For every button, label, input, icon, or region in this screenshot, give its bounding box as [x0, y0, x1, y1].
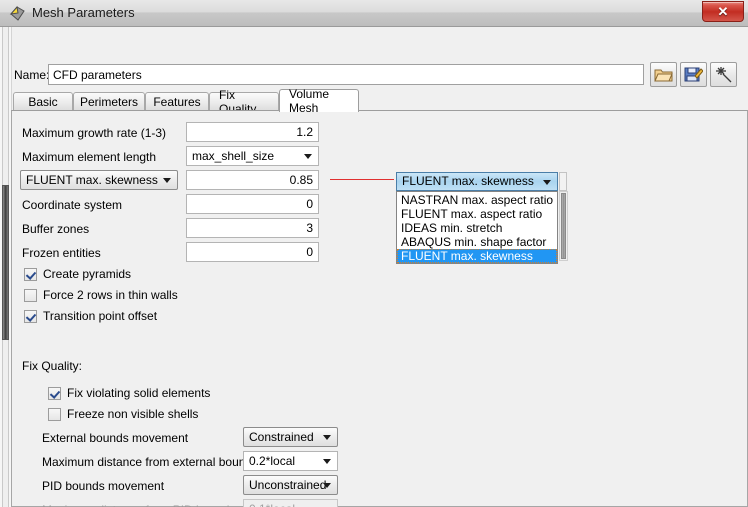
input-quality-criterion-value[interactable] — [186, 170, 319, 190]
tab-label: Perimeters — [80, 95, 139, 109]
checkbox-label: Freeze non visible shells — [67, 407, 199, 421]
chevron-down-icon — [304, 154, 312, 159]
label-maximum-element-length: Maximum element length — [22, 150, 157, 164]
label-pid-bounds-movement: PID bounds movement — [42, 479, 165, 493]
tab-perimeters[interactable]: Perimeters — [73, 92, 145, 111]
combo-external-bounds-movement[interactable]: Constrained — [243, 427, 338, 447]
checkbox-box[interactable] — [24, 309, 37, 323]
combo-value: Unconstrained — [249, 478, 327, 492]
mesh-parameters-dialog: Mesh Parameters ✕ Name: CFD parameters B… — [0, 0, 748, 507]
tab-basic[interactable]: Basic — [13, 92, 73, 111]
wand-button[interactable] — [710, 62, 737, 87]
combo-maximum-element-length[interactable]: max_shell_size — [186, 146, 319, 166]
dropdown-option[interactable]: NASTRAN max. aspect ratio — [397, 193, 557, 207]
dropdown-combo-stub — [559, 172, 567, 191]
save-as-icon — [684, 67, 703, 82]
combo-value: Constrained — [249, 430, 314, 444]
checkbox-box[interactable] — [24, 267, 37, 281]
chevron-down-icon — [323, 435, 331, 440]
label-frozen-entities: Frozen entities — [22, 246, 101, 260]
checkbox-label: Force 2 rows in thin walls — [43, 288, 178, 302]
input-frozen-entities[interactable] — [186, 242, 319, 262]
checkbox-box[interactable] — [24, 288, 37, 302]
dropdown-option-selected[interactable]: FLUENT max. skewness — [397, 249, 557, 263]
label-maximum-growth-rate: Maximum growth rate (1-3) — [22, 126, 167, 140]
chevron-down-icon — [323, 483, 331, 488]
input-coordinate-system[interactable] — [186, 194, 319, 214]
tab-label: Volume Mesh — [289, 87, 330, 115]
label-buffer-zones: Buffer zones — [22, 222, 90, 236]
tab-fix-quality[interactable]: Fix Quality — [209, 88, 279, 116]
fix-quality-section-label: Fix Quality: — [22, 359, 83, 373]
name-input[interactable] — [48, 64, 644, 85]
mesh-diamond-icon — [9, 5, 25, 21]
combo-max-distance-pid-bounds: 0.1*local — [243, 499, 338, 507]
tab-strip: Basic Perimeters Features Fix Quality Vo… — [11, 87, 748, 116]
label-external-bounds-movement: External bounds movement — [42, 431, 189, 445]
window-title: Mesh Parameters — [32, 5, 135, 20]
label-max-distance-pid-bounds: Maximum distance from PID bounds — [42, 503, 235, 507]
name-label: Name: — [14, 68, 50, 82]
checkbox-transition-point-offset[interactable]: Transition point offset — [24, 309, 157, 323]
dialog-body: Name: CFD parameters Basic Perimeters Fe… — [0, 27, 748, 507]
close-button[interactable]: ✕ — [702, 1, 744, 22]
checkbox-box[interactable] — [48, 407, 61, 421]
tab-label: Features — [153, 95, 201, 109]
combo-max-distance-external-bounds[interactable]: 0.2*local — [243, 451, 338, 471]
dropdown-option[interactable]: ABAQUS min. shape factor — [397, 235, 557, 249]
save-as-button[interactable] — [680, 62, 707, 87]
checkbox-fix-violating-solid-elements[interactable]: Fix violating solid elements — [48, 386, 210, 400]
dropdown-selected-value: FLUENT max. skewness — [402, 174, 534, 188]
combo-value: 0.1*local — [249, 500, 295, 507]
scrollbar-thumb[interactable] — [2, 185, 9, 340]
combo-pid-bounds-movement[interactable]: Unconstrained — [243, 475, 338, 495]
dropdown-options-list: NASTRAN max. aspect ratio FLUENT max. as… — [396, 191, 558, 264]
title-bar: Mesh Parameters ✕ — [0, 0, 748, 27]
checkbox-label: Transition point offset — [43, 309, 158, 323]
input-buffer-zones[interactable] — [186, 218, 319, 238]
dropdown-scrollbar[interactable] — [559, 191, 568, 261]
checkbox-force-2-rows-in-thin-walls[interactable]: Force 2 rows in thin walls — [24, 288, 178, 302]
combo-quality-criterion[interactable]: FLUENT max. skewness — [20, 170, 178, 190]
close-icon: ✕ — [717, 4, 729, 19]
tab-features[interactable]: Features — [145, 92, 209, 111]
dropdown-scrollbar-thumb[interactable] — [561, 193, 566, 259]
combo-value: FLUENT max. skewness — [26, 173, 158, 187]
annotation-line — [330, 179, 394, 180]
dropdown-option[interactable]: FLUENT max. aspect ratio — [397, 207, 557, 221]
chevron-down-icon — [323, 459, 331, 464]
combo-value: max_shell_size — [192, 149, 275, 163]
wand-icon — [716, 67, 732, 83]
input-maximum-growth-rate[interactable] — [186, 122, 319, 142]
checkbox-label: Fix violating solid elements — [67, 386, 211, 400]
chevron-down-icon — [543, 180, 551, 185]
volume-mesh-panel: Maximum growth rate (1-3) Maximum elemen… — [11, 110, 748, 507]
chevron-down-icon — [163, 178, 171, 183]
checkbox-box[interactable] — [48, 386, 61, 400]
open-folder-button[interactable] — [650, 62, 677, 87]
label-coordinate-system: Coordinate system — [22, 198, 123, 212]
open-folder-icon — [654, 69, 673, 82]
tab-volume-mesh[interactable]: Volume Mesh — [279, 87, 359, 115]
label-max-distance-external-bounds: Maximum distance from external bounds — [42, 455, 259, 469]
checkbox-create-pyramids[interactable]: Create pyramids — [24, 267, 131, 281]
tab-label: Basic — [28, 95, 58, 109]
combo-value: 0.2*local — [249, 454, 296, 468]
dropdown-selected-combo[interactable]: FLUENT max. skewness — [396, 172, 558, 191]
dropdown-option[interactable]: IDEAS min. stretch — [397, 221, 557, 235]
checkbox-label: Create pyramids — [43, 267, 132, 281]
checkbox-freeze-non-visible-shells[interactable]: Freeze non visible shells — [48, 407, 198, 421]
